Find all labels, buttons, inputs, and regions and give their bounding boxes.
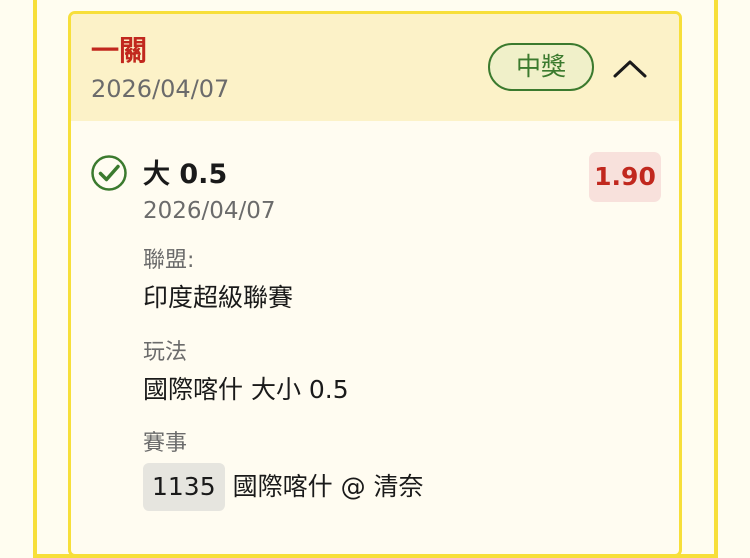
league-value: 印度超級聯賽 xyxy=(143,283,294,312)
bet-card: 一關 2026/04/07 中獎 大 0.5 2026/04/07 1.90 聯… xyxy=(68,11,682,557)
odds-badge: 1.90 xyxy=(589,152,661,202)
chevron-up-icon[interactable] xyxy=(610,50,650,84)
selection-date: 2026/04/07 xyxy=(143,198,276,224)
check-circle-icon xyxy=(90,154,128,192)
selection-name: 大 0.5 xyxy=(143,159,228,190)
event-row: 1135 國際喀什 @ 清奈 xyxy=(143,463,424,511)
market-value: 國際喀什 大小 0.5 xyxy=(143,375,349,404)
bet-type-label: 一關 xyxy=(91,34,148,67)
bet-card-header[interactable]: 一關 2026/04/07 中獎 xyxy=(71,14,679,121)
event-label: 賽事 xyxy=(143,431,188,456)
event-id-badge: 1135 xyxy=(143,463,225,511)
league-label: 聯盟: xyxy=(143,248,195,273)
win-status-badge: 中獎 xyxy=(488,43,594,91)
bet-date: 2026/04/07 xyxy=(91,75,230,103)
market-label: 玩法 xyxy=(143,340,188,365)
event-name: 國際喀什 @ 清奈 xyxy=(232,472,424,501)
